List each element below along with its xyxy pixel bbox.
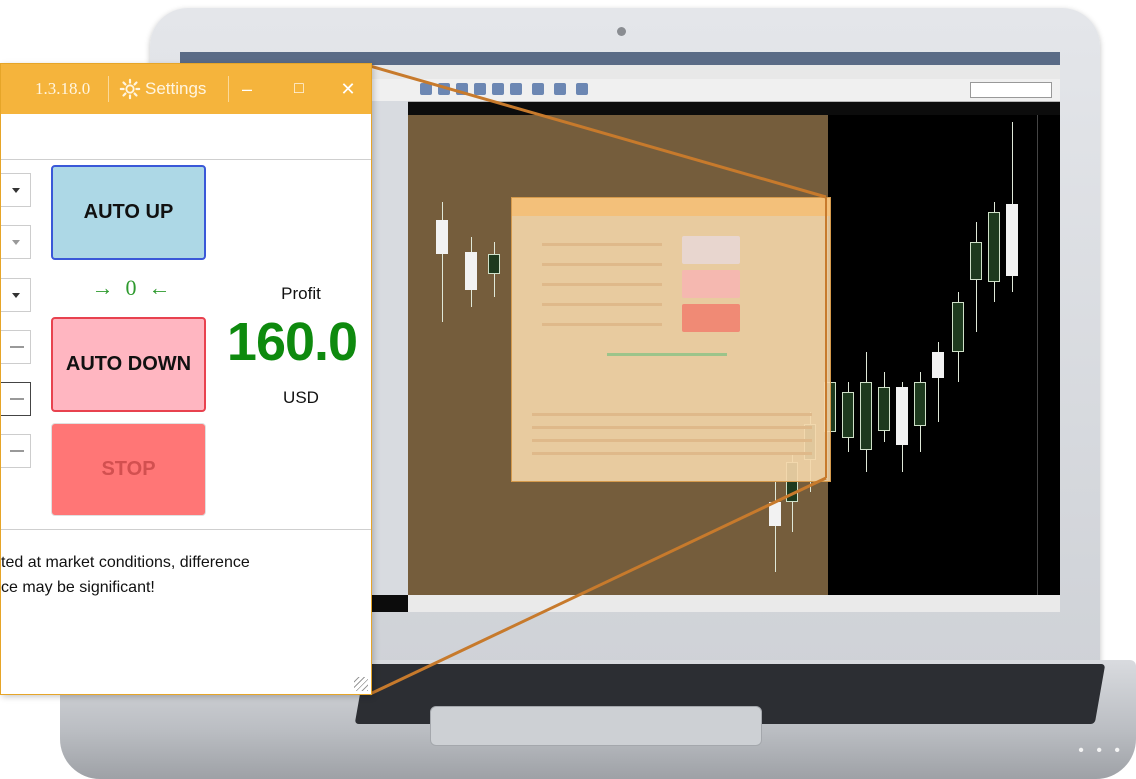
type-dropdown[interactable] [1,225,31,259]
miniature-button [682,236,740,264]
minus-icon [10,450,24,452]
app-version: 1.3.18.0 [35,79,91,98]
close-icon[interactable]: ✕ [333,74,363,104]
candle [488,254,500,274]
toolbar-icon [492,83,504,95]
warning-text: ted at market conditions, difference ce … [1,550,341,600]
auto-down-button[interactable]: AUTO DOWN [51,317,206,412]
profit-currency: USD [283,388,319,407]
candle [914,382,926,426]
candle [842,392,854,438]
toolbar-icon [438,83,450,95]
miniature-row [532,439,812,442]
candle [436,220,448,254]
symbol-dropdown[interactable] [1,173,31,207]
miniature-row [542,323,662,326]
profit-label: Profit [281,284,321,303]
titlebar-separator [108,76,109,102]
profit-value: 160.0 [226,312,358,372]
counter-value: 0 [125,275,137,300]
warning-line: ted at market conditions, difference [1,554,250,571]
arrow-left-icon: ← [148,275,171,300]
candle [952,302,964,352]
candle [860,382,872,450]
toolbar-icon [532,83,544,95]
miniature-row [542,243,662,246]
price-scale [1037,115,1060,595]
miniature-button [682,304,740,332]
candle [878,387,890,431]
miniature-row [532,452,812,455]
terminal-search-box [970,82,1052,98]
warning-divider [1,529,371,530]
miniature-titlebar [512,198,830,216]
miniature-row [542,303,662,306]
arrow-right-icon: → [91,275,114,300]
minimize-icon[interactable]: – [232,74,262,104]
miniature-row [532,413,812,416]
auto-up-button[interactable]: AUTO UP [51,165,206,260]
settings-label: Settings [145,79,207,98]
candle [970,242,982,280]
stop-loss-stepper[interactable] [1,434,31,468]
candle [1006,204,1018,276]
minus-icon [10,398,24,400]
minus-icon [10,346,24,348]
candle [465,252,477,290]
miniature-row [542,283,662,286]
toolbar-icon [510,83,522,95]
trading-app-window: 1.3.18.0 Settings – □ ✕ AUTO UP → 0 ← AU… [0,63,372,695]
candle [769,502,781,526]
app-titlebar: 1.3.18.0 Settings – □ ✕ [1,64,371,114]
candle [988,212,1000,282]
settings-button[interactable]: Settings [119,75,206,103]
miniature-row [542,263,662,266]
header-divider [1,159,371,160]
resize-grip-icon[interactable] [354,677,368,691]
chevron-down-icon [12,293,20,298]
titlebar-separator [228,76,229,102]
candle [932,352,944,378]
gear-icon [119,78,141,100]
miniature-button [682,270,740,298]
miniature-row [532,426,812,429]
maximize-icon[interactable]: □ [284,74,314,104]
chevron-down-icon [12,240,20,245]
toolbar-icon [456,83,468,95]
miniature-row [607,353,727,356]
webcam-icon [617,27,626,36]
trade-counter: → 0 ← [81,272,181,304]
toolbar-icon [576,83,588,95]
amount-stepper[interactable] [1,330,31,364]
time-scale [408,595,1060,612]
stop-profit-stepper[interactable] [1,382,31,416]
more-dots-icon: • • • [1078,742,1124,759]
laptop-trackpad [430,706,762,746]
warning-line: ce may be significant! [1,579,155,596]
stop-button[interactable]: STOP [51,423,206,516]
candle [896,387,908,445]
candle-wick [775,482,776,572]
toolbar-icon [420,83,432,95]
toolbar-icon [474,83,486,95]
toolbar-icon [554,83,566,95]
chevron-down-icon [12,188,20,193]
chart-app-miniature [511,197,831,482]
period-dropdown[interactable] [1,278,31,312]
